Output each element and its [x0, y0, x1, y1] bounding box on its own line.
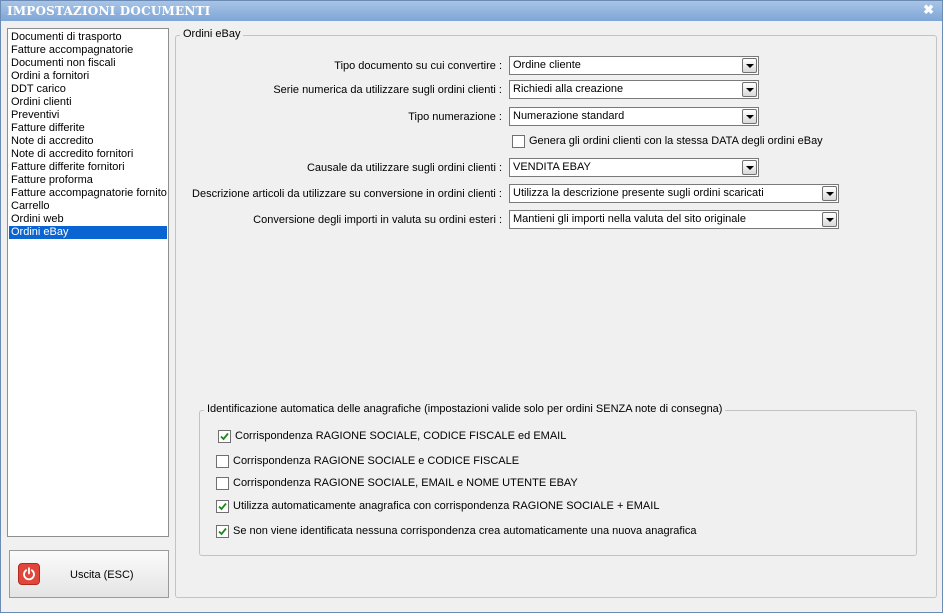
causale-value: VENDITA EBAY [513, 161, 591, 173]
list-item[interactable]: Fatture differite [9, 122, 167, 135]
currency-select[interactable]: Mantieni gli importi nella valuta del si… [509, 210, 839, 229]
group-legend: Ordini eBay [180, 28, 244, 40]
list-item[interactable]: Fatture accompagnatorie fornito [9, 187, 167, 200]
numbering-select[interactable]: Numerazione standard [509, 107, 759, 126]
series-value: Richiedi alla creazione [513, 83, 624, 95]
list-item[interactable]: Documenti di trasporto [9, 31, 167, 44]
list-item[interactable]: Fatture proforma [9, 174, 167, 187]
currency-value: Mantieni gli importi nella valuta del si… [513, 213, 746, 225]
list-item[interactable]: Fatture accompagnatorie [9, 44, 167, 57]
checkbox-unchecked[interactable] [512, 135, 525, 148]
power-icon [18, 563, 40, 585]
list-item[interactable]: Preventivi [9, 109, 167, 122]
list-item[interactable]: Fatture differite fornitori [9, 161, 167, 174]
match-name-cf-email-checkbox[interactable]: Corrispondenza RAGIONE SOCIALE, CODICE F… [218, 430, 818, 444]
auto-create-checkbox[interactable]: Se non viene identificata nessuna corris… [216, 525, 896, 539]
match-name-cf-checkbox[interactable]: Corrispondenza RAGIONE SOCIALE e CODICE … [216, 455, 816, 469]
list-item[interactable]: Note di accredito fornitori [9, 148, 167, 161]
match-name-email-user-checkbox[interactable]: Corrispondenza RAGIONE SOCIALE, EMAIL e … [216, 477, 816, 491]
chevron-down-icon[interactable] [822, 186, 837, 201]
window-title: IMPOSTAZIONI DOCUMENTI [7, 4, 211, 18]
causale-select[interactable]: VENDITA EBAY [509, 158, 759, 177]
list-item[interactable]: Note di accredito [9, 135, 167, 148]
option-label: Se non viene identificata nessuna corris… [233, 525, 697, 537]
auto-use-match-checkbox[interactable]: Utilizza automaticamente anagrafica con … [216, 500, 856, 514]
currency-label: Conversione degli importi in valuta su o… [253, 214, 502, 226]
description-select[interactable]: Utilizza la descrizione presente sugli o… [509, 184, 839, 203]
option-label: Corrispondenza RAGIONE SOCIALE, EMAIL e … [233, 477, 578, 489]
list-item[interactable]: Ordini a fornitori [9, 70, 167, 83]
list-item[interactable]: Ordini web [9, 213, 167, 226]
same-date-label: Genera gli ordini clienti con la stessa … [529, 135, 823, 147]
description-value: Utilizza la descrizione presente sugli o… [513, 187, 764, 199]
settings-window: IMPOSTAZIONI DOCUMENTI ✖ Documenti di tr… [0, 0, 943, 613]
document-type-list[interactable]: Documenti di trasporto Fatture accompagn… [7, 28, 169, 537]
doc-type-label: Tipo documento su cui convertire : [334, 60, 502, 72]
chevron-down-icon[interactable] [742, 160, 757, 175]
description-label: Descrizione articoli da utilizzare su co… [192, 188, 502, 200]
doc-type-select[interactable]: Ordine cliente [509, 56, 759, 75]
option-label: Corrispondenza RAGIONE SOCIALE e CODICE … [233, 455, 520, 467]
checkbox-checked[interactable] [218, 430, 231, 443]
checkbox-checked[interactable] [216, 525, 229, 538]
numbering-value: Numerazione standard [513, 110, 625, 122]
series-select[interactable]: Richiedi alla creazione [509, 80, 759, 99]
chevron-down-icon[interactable] [742, 58, 757, 73]
list-item[interactable]: Documenti non fiscali [9, 57, 167, 70]
exit-button[interactable]: Uscita (ESC) [9, 550, 169, 598]
exit-button-label: Uscita (ESC) [70, 569, 134, 581]
list-item-selected[interactable]: Ordini eBay [9, 226, 167, 239]
title-bar: IMPOSTAZIONI DOCUMENTI ✖ [1, 1, 942, 21]
chevron-down-icon[interactable] [742, 82, 757, 97]
chevron-down-icon[interactable] [742, 109, 757, 124]
causale-label: Causale da utilizzare sugli ordini clien… [306, 162, 502, 174]
same-date-checkbox[interactable]: Genera gli ordini clienti con la stessa … [512, 135, 832, 149]
checkbox-unchecked[interactable] [216, 477, 229, 490]
doc-type-value: Ordine cliente [513, 59, 581, 71]
identification-legend: Identificazione automatica delle anagraf… [204, 403, 726, 415]
series-label: Serie numerica da utilizzare sugli ordin… [273, 84, 502, 96]
option-label: Utilizza automaticamente anagrafica con … [233, 500, 660, 512]
numbering-label: Tipo numerazione : [408, 111, 502, 123]
chevron-down-icon[interactable] [822, 212, 837, 227]
close-icon[interactable]: ✖ [923, 3, 934, 17]
list-item[interactable]: DDT carico [9, 83, 167, 96]
list-item[interactable]: Ordini clienti [9, 96, 167, 109]
checkbox-checked[interactable] [216, 500, 229, 513]
list-item[interactable]: Carrello [9, 200, 167, 213]
option-label: Corrispondenza RAGIONE SOCIALE, CODICE F… [235, 430, 567, 442]
checkbox-unchecked[interactable] [216, 455, 229, 468]
